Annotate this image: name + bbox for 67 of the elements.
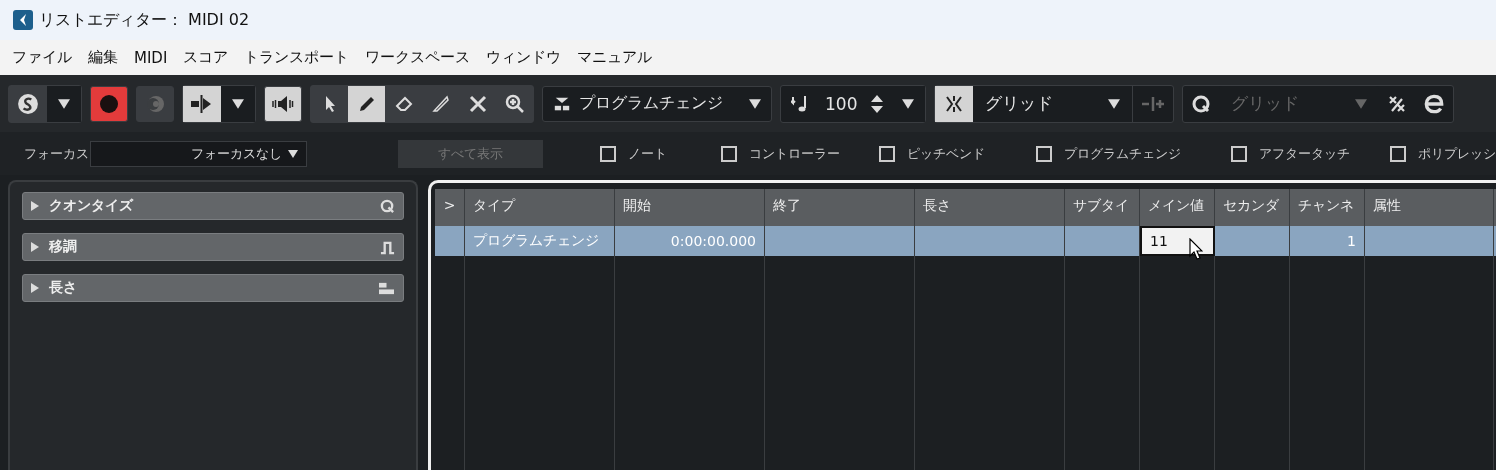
snap-button[interactable] — [935, 85, 974, 122]
caret-icon — [902, 98, 915, 109]
speaker-button[interactable] — [264, 85, 302, 122]
menu-item[interactable]: ファイル — [4, 48, 80, 67]
autoscroll-button[interactable] — [183, 85, 221, 122]
caret-icon — [1355, 98, 1368, 109]
focus-dropdown[interactable]: フォーカスなし — [89, 140, 307, 167]
checkbox-label: ピッチベンド — [907, 144, 985, 163]
checkbox-label: アフタータッチ — [1259, 144, 1350, 163]
expand-arrow-icon — [31, 201, 39, 211]
caret-icon — [287, 149, 298, 158]
speaker-icon — [270, 93, 296, 114]
knife-icon — [430, 93, 451, 114]
checkbox-label: コントローラー — [749, 144, 840, 163]
solo-icon — [17, 92, 39, 115]
app-logo-icon — [13, 10, 33, 30]
velocity-value[interactable]: 100 — [825, 93, 858, 114]
window-title: リストエディター： MIDI 02 — [39, 9, 250, 31]
menu-item[interactable]: スコア — [175, 48, 237, 67]
e-icon[interactable] — [1423, 92, 1446, 115]
zoom-icon — [504, 93, 525, 114]
pulse-icon — [380, 239, 395, 255]
expand-arrow-icon — [31, 242, 39, 252]
expand-arrow-icon — [31, 283, 39, 293]
mouse-pointer-icon — [1189, 238, 1203, 260]
checkbox-label: ノート — [628, 144, 667, 163]
checkbox[interactable] — [1390, 145, 1406, 162]
record-icon — [99, 93, 119, 114]
monitor-button[interactable] — [136, 85, 174, 122]
menu-item[interactable]: 編集 — [80, 48, 126, 67]
caret-icon — [58, 98, 70, 109]
checkbox-label: ポリプレッシ — [1418, 144, 1496, 163]
table-cell: 1 — [1290, 226, 1365, 256]
percent-icon[interactable] — [1387, 93, 1408, 114]
section-header[interactable]: 長さ — [22, 274, 404, 302]
focus-label: フォーカス — [24, 144, 90, 163]
value-input-field[interactable]: 11 — [1140, 226, 1215, 256]
table-cell: プログラムチェンジ — [465, 226, 615, 256]
checkbox[interactable] — [1036, 145, 1052, 162]
quantize-icon — [380, 198, 395, 214]
snap-icon — [944, 93, 965, 114]
cross-icon — [467, 93, 488, 114]
record-button[interactable] — [90, 85, 128, 122]
caret-icon — [1108, 98, 1121, 109]
caret-icon — [232, 98, 244, 109]
table-cell: 0:00:00.000 — [615, 226, 765, 256]
solo-button[interactable] — [9, 85, 47, 122]
pencil-tool[interactable] — [348, 85, 385, 122]
menu-item[interactable]: ウィンドウ — [478, 48, 570, 67]
checkbox[interactable] — [1231, 145, 1247, 162]
caret-icon — [749, 98, 761, 109]
checkbox[interactable] — [600, 145, 616, 162]
length-icon — [378, 280, 395, 296]
monitor-icon — [145, 93, 165, 114]
menu-item[interactable]: トランスポート — [236, 48, 358, 67]
quantize-icon[interactable] — [1191, 93, 1212, 114]
checkbox-label: プログラムチェンジ — [1064, 144, 1181, 163]
menu-item[interactable]: ワークスペース — [357, 48, 479, 67]
snap-point-icon[interactable] — [1141, 95, 1166, 112]
checkbox[interactable] — [879, 145, 895, 162]
spinner-icon[interactable] — [871, 93, 884, 114]
section-header[interactable]: クオンタイズ — [22, 192, 404, 220]
section-header[interactable]: 移調 — [22, 233, 404, 261]
event-type-dropdown[interactable]: プログラムチェンジ — [542, 85, 772, 122]
menu-item[interactable]: MIDI — [126, 48, 176, 67]
menu-item[interactable]: マニュアル — [569, 48, 661, 67]
checkbox[interactable] — [721, 145, 737, 162]
